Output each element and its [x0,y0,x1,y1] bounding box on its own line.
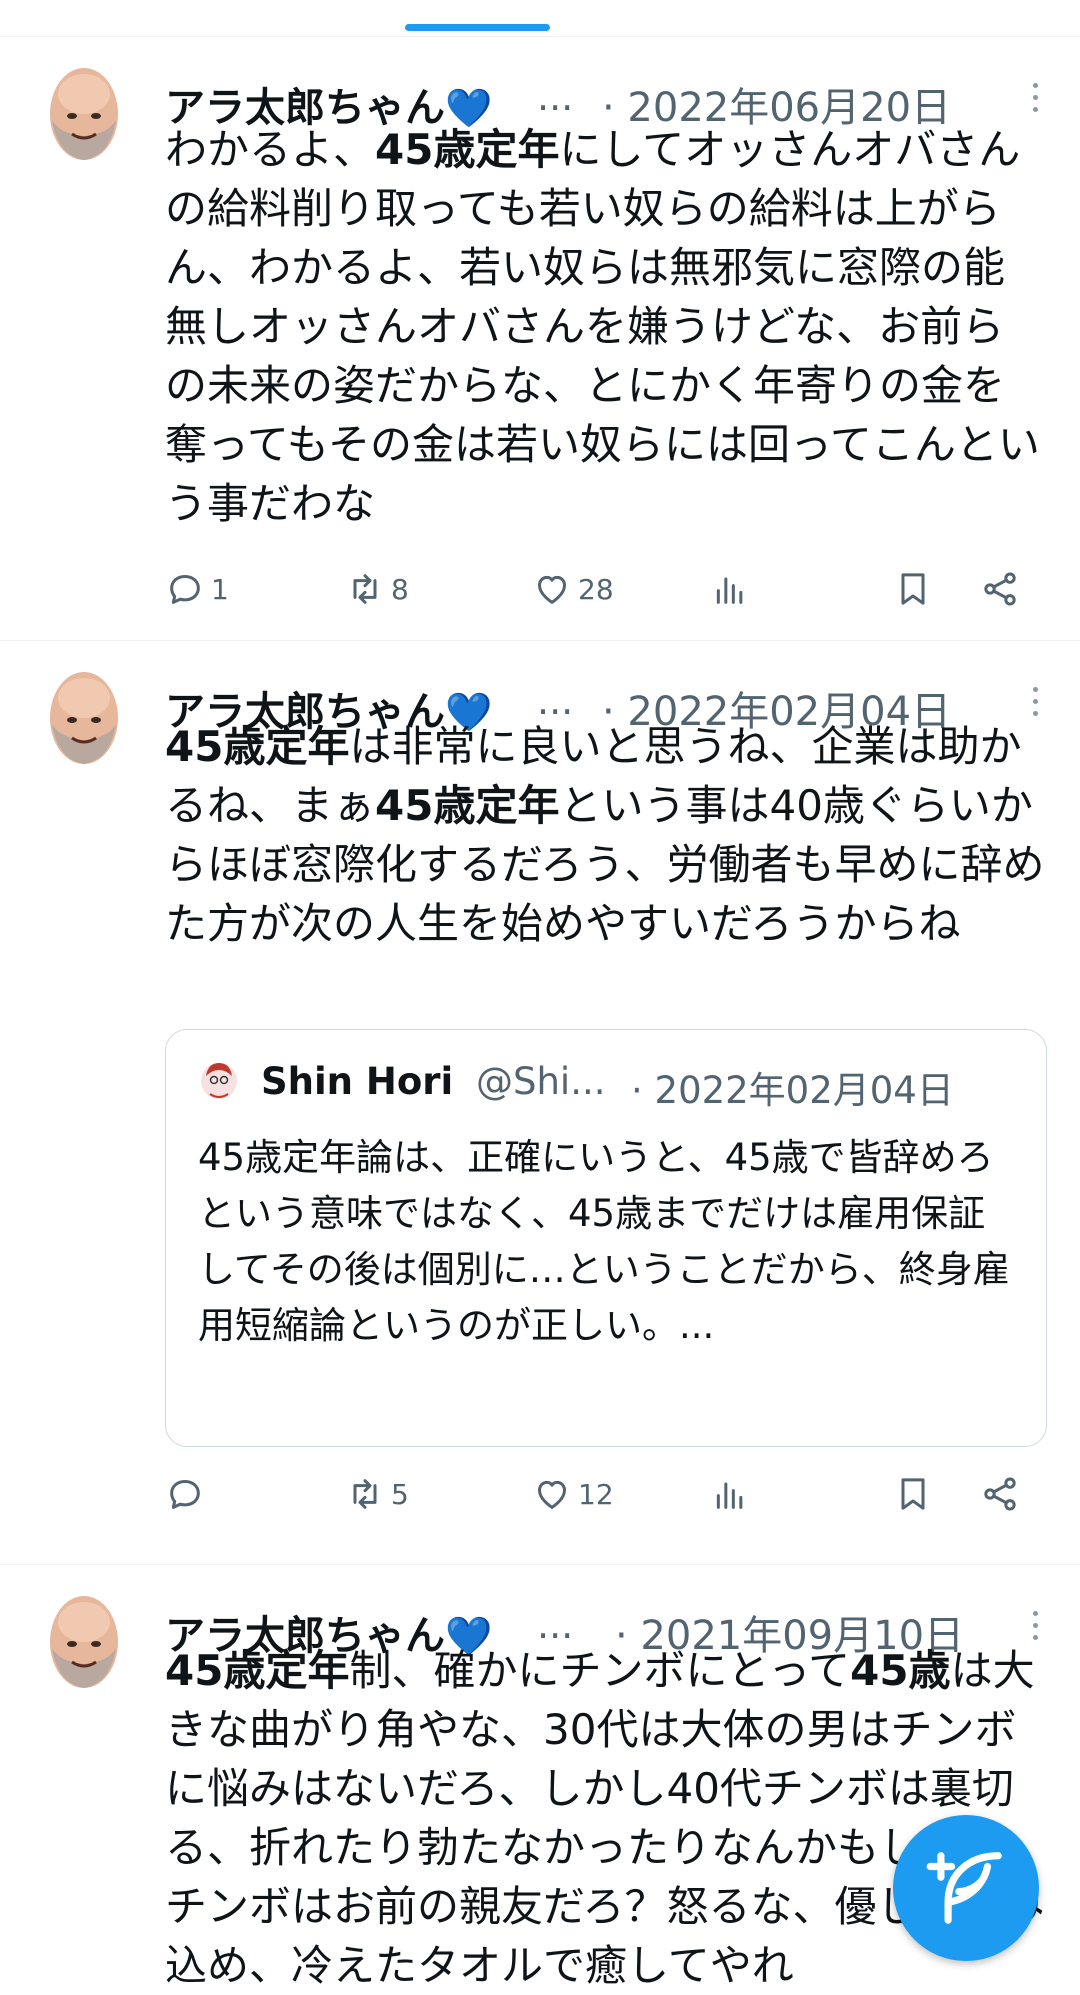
bookmark-button[interactable] [893,1469,933,1519]
action-bar: 5 12 [165,1469,1025,1519]
text-segment: わかるよ、 [165,125,376,174]
views-icon [716,1482,743,1509]
reply-icon [170,1480,200,1509]
bookmark-icon [901,1478,925,1510]
share-icon [984,572,1016,606]
bookmark-icon [901,573,925,605]
avatar[interactable] [48,1592,120,1690]
highlight-text: 45歳定年 [165,722,350,771]
quote-date[interactable]: · 2022年02月04日 [631,1060,954,1114]
text-segment: にしてオッさんオバさんの給料削り取っても若い奴らの給料は上がらん、わかるよ、若い… [165,125,1040,528]
tweet[interactable]: アラ太郎ちゃん💙 ... · 2022年06月20日 わかるよ、45歳定年にして… [0,37,1080,641]
text-segment: 制、確かにチンボにとって [349,1646,851,1695]
highlight-text: 45歳定年 [375,125,560,174]
share-icon [984,1477,1016,1511]
retweet-count: 8 [391,572,409,606]
like-button[interactable]: 12 [532,1469,614,1519]
compose-button[interactable] [893,1815,1039,1961]
avatar[interactable] [48,64,120,162]
tweet[interactable]: アラ太郎ちゃん💙 ... · 2022年02月04日 45歳定年は非常に良いと思… [0,641,1080,1565]
action-bar: 1 8 28 [165,564,1025,614]
highlight-text: 45歳定年 [375,781,560,830]
like-button[interactable]: 28 [532,564,614,614]
retweet-button[interactable]: 8 [345,564,409,614]
quote-text: 45歳定年論は、正確にいうと、45歳で皆辞めろという意味ではなく、45歳までだけ… [198,1136,1010,1347]
more-icon[interactable] [1030,79,1040,119]
views-button[interactable] [710,1469,750,1519]
share-button[interactable] [980,1469,1020,1519]
compose-icon [926,1852,1002,1924]
share-button[interactable] [980,564,1020,614]
tweet-text: 45歳定年は非常に良いと思うね、企業は助かるね、まぁ45歳定年という事は40歳ぐ… [165,717,1045,953]
quote-author-handle[interactable]: @Shi... [476,1060,606,1103]
highlight-text: 45歳定年 [165,1646,350,1695]
avatar[interactable] [48,668,120,766]
highlight-text: 45歳 [850,1646,951,1695]
retweet-button[interactable]: 5 [345,1469,409,1519]
tweet-header: アラ太郎ちゃん💙 ... · 2022年06月20日 [165,65,1040,131]
quote-author-name[interactable]: Shin Hori [261,1060,453,1103]
tweet-text: 45歳定年制、確かにチンボにとって45歳は大きな曲がり角やな、30代は大体の男は… [165,1641,1045,1995]
reply-button[interactable] [165,1469,211,1519]
views-button[interactable] [710,564,750,614]
like-count: 12 [578,1477,614,1511]
reply-icon [170,575,200,604]
quoted-tweet[interactable]: Shin Hori @Shi... · 2022年02月04日 45歳定年論は、… [165,1029,1047,1447]
retweet-count: 5 [391,1477,409,1511]
reply-button[interactable]: 1 [165,564,229,614]
like-count: 28 [578,572,614,606]
tab-indicator [405,24,550,31]
bookmark-button[interactable] [893,564,933,614]
retweet-icon [353,1479,377,1509]
reply-count: 1 [211,572,229,606]
quote-avatar[interactable] [200,1060,238,1102]
tweet-text: わかるよ、45歳定年にしてオッさんオバさんの給料削り取っても若い奴らの給料は上が… [165,120,1045,533]
author-name-ellipsis: ... [537,75,574,119]
like-icon [538,575,566,604]
views-icon [716,577,743,604]
retweet-icon [353,574,377,604]
like-icon [538,1480,566,1509]
